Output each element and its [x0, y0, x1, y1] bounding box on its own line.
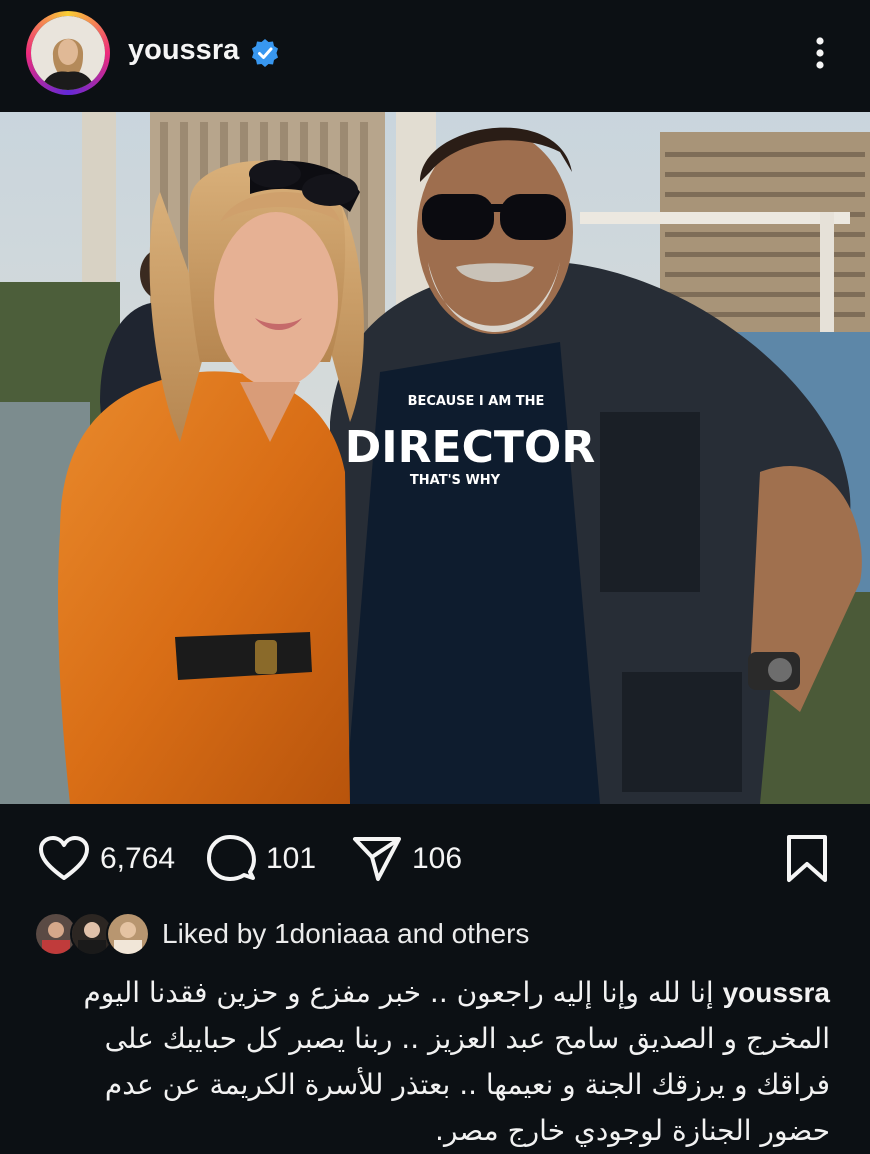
- like-button[interactable]: 6,764: [38, 834, 175, 884]
- heart-icon[interactable]: [38, 836, 90, 882]
- liked-by-text[interactable]: Liked by 1doniaaa and others: [162, 918, 529, 950]
- comments-count[interactable]: 101: [266, 842, 316, 876]
- liked-by-user[interactable]: 1doniaaa: [274, 918, 389, 949]
- liker-avatar[interactable]: [106, 912, 150, 956]
- shares-count[interactable]: 106: [412, 842, 462, 876]
- comment-icon[interactable]: [206, 834, 256, 884]
- more-vertical-icon[interactable]: [805, 33, 835, 73]
- username[interactable]: youssra: [128, 34, 239, 67]
- likes-count[interactable]: 6,764: [100, 842, 175, 876]
- post-photo[interactable]: BECAUSE I AM THE DIRECTOR THAT'S WHY: [0, 112, 870, 804]
- verified-badge-icon: [250, 38, 280, 68]
- avatar[interactable]: [31, 16, 105, 90]
- liked-by-row: Liked by 1doniaaa and others: [34, 906, 834, 966]
- shirt-text-line1: BECAUSE I AM THE: [408, 394, 545, 409]
- share-icon[interactable]: [352, 835, 402, 883]
- shirt-text-line2: DIRECTOR: [345, 422, 595, 473]
- share-button[interactable]: 106: [352, 834, 462, 884]
- post-actions: 6,764 101 106: [0, 820, 870, 900]
- post-header: youssra: [0, 0, 870, 108]
- caption-text: إنا لله وإنا إليه راجعون .. خبر مفزع و ح…: [83, 976, 830, 1147]
- post-caption: youssra إنا لله وإنا إليه راجعون .. خبر …: [30, 970, 830, 1154]
- liked-by-prefix: Liked by: [162, 918, 267, 949]
- story-ring[interactable]: [26, 11, 110, 95]
- comment-button[interactable]: 101: [206, 834, 316, 884]
- liked-by-suffix: and others: [397, 918, 530, 949]
- shirt-text-line3: THAT'S WHY: [410, 473, 501, 488]
- caption-username[interactable]: youssra: [723, 977, 830, 1008]
- bookmark-icon[interactable]: [783, 834, 831, 889]
